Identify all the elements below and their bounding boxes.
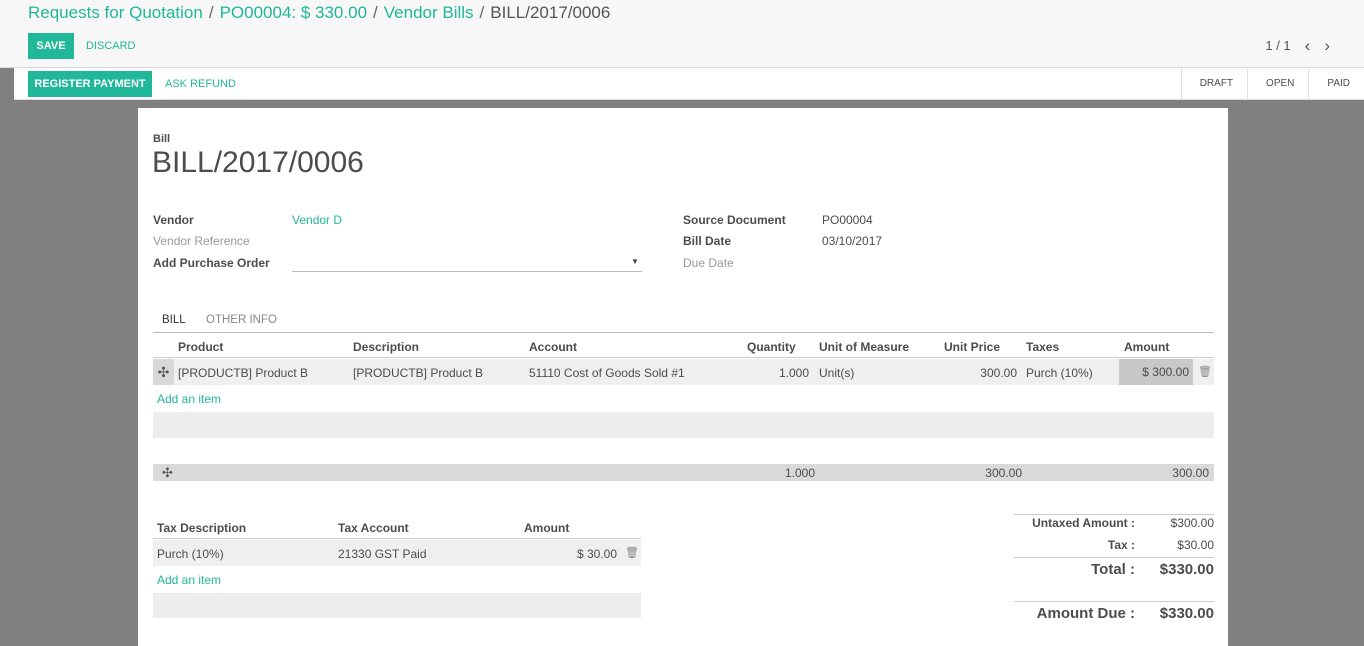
col-tax-amount[interactable]: Amount	[524, 521, 569, 535]
ask-refund-button[interactable]: ASK REFUND	[165, 71, 236, 97]
breadcrumb-rfq[interactable]: Requests for Quotation	[28, 3, 203, 22]
vendor-field[interactable]: Vendor D	[292, 213, 342, 227]
untaxed-amount-label: Untaxed Amount :	[1032, 516, 1135, 530]
tax-line-amount[interactable]: $ 30.00	[533, 547, 617, 561]
col-amount[interactable]: Amount	[1124, 340, 1169, 354]
line-uom[interactable]: Unit(s)	[819, 366, 854, 380]
add-purchase-order-label: Add Purchase Order	[153, 256, 270, 270]
summary-divider	[1014, 514, 1214, 515]
total-value: $330.00	[1159, 561, 1214, 578]
trash-icon[interactable]: 🗑	[625, 546, 639, 559]
line-quantity[interactable]: 1.000	[733, 366, 809, 380]
line-description[interactable]: [PRODUCTB] Product B	[353, 366, 483, 380]
line-product[interactable]: [PRODUCTB] Product B	[178, 366, 308, 380]
status-stages: DRAFT OPEN PAID	[1180, 68, 1364, 99]
col-uom[interactable]: Unit of Measure	[819, 340, 909, 354]
tab-bill[interactable]: BILL	[162, 314, 186, 326]
empty-row	[153, 412, 1214, 438]
total-label: Total :	[1091, 561, 1135, 578]
untaxed-amount-value: $300.00	[1170, 516, 1214, 530]
lines-totals-row: ✣ 1.000 300.00 300.00	[153, 464, 1214, 481]
stage-draft[interactable]: DRAFT	[1180, 68, 1247, 99]
tax-lines-header: Tax Description Tax Account Amount	[153, 517, 641, 539]
line-unit-price[interactable]: 300.00	[933, 366, 1017, 380]
register-payment-button[interactable]: REGISTER PAYMENT	[28, 71, 152, 97]
total-amount: 300.00	[1172, 466, 1209, 480]
col-account[interactable]: Account	[529, 340, 577, 354]
tab-other-info[interactable]: OTHER INFO	[206, 314, 277, 326]
pager: 1 / 1 ‹ ›	[1265, 37, 1330, 54]
caret-down-icon: ▼	[631, 257, 639, 266]
summary-divider	[1014, 557, 1214, 558]
bill-number: BILL/2017/0006	[152, 146, 364, 179]
discard-button[interactable]: DISCARD	[86, 33, 136, 59]
breadcrumb-vendor-bills[interactable]: Vendor Bills	[384, 3, 474, 22]
stage-open[interactable]: OPEN	[1247, 68, 1308, 99]
breadcrumb-current: BILL/2017/0006	[490, 3, 611, 22]
source-document-field: PO00004	[822, 213, 873, 227]
trash-icon[interactable]: 🗑	[1198, 365, 1212, 378]
add-line-item-link[interactable]: Add an item	[157, 392, 221, 406]
breadcrumb-separator: /	[208, 3, 214, 22]
pager-value[interactable]: 1 / 1	[1265, 38, 1290, 53]
total-unit-price: 300.00	[985, 466, 1022, 480]
tax-label: Tax :	[1107, 538, 1135, 552]
source-document-label: Source Document	[683, 213, 786, 227]
vendor-label: Vendor	[153, 213, 194, 227]
tax-line-account[interactable]: 21330 GST Paid	[338, 547, 427, 561]
tax-line-description[interactable]: Purch (10%)	[157, 547, 224, 561]
col-tax-account[interactable]: Tax Account	[338, 521, 409, 535]
pager-prev-icon[interactable]: ‹	[1305, 37, 1311, 54]
col-description[interactable]: Description	[353, 340, 419, 354]
breadcrumb-separator: /	[373, 3, 378, 22]
col-product[interactable]: Product	[178, 340, 223, 354]
bill-type-label: Bill	[153, 133, 171, 145]
breadcrumb: Requests for Quotation / PO00004: $ 330.00…	[28, 3, 610, 23]
invoice-lines-header: Product Description Account Quantity Uni…	[153, 336, 1214, 358]
col-quantity[interactable]: Quantity	[747, 340, 796, 354]
line-taxes[interactable]: Purch (10%)	[1026, 366, 1093, 380]
empty-row	[153, 593, 641, 618]
due-date-label: Due Date	[683, 256, 734, 270]
statusbar: REGISTER PAYMENT ASK REFUND DRAFT OPEN P…	[14, 68, 1364, 100]
bill-date-field[interactable]: 03/10/2017	[822, 234, 882, 248]
col-tax-description[interactable]: Tax Description	[157, 521, 246, 535]
form-sheet: Bill BILL/2017/0006 Vendor Vendor D Vend…	[138, 108, 1228, 646]
drag-handle-icon[interactable]: ✣	[153, 359, 174, 385]
vendor-reference-label: Vendor Reference	[153, 234, 250, 248]
save-button[interactable]: SAVE	[28, 33, 74, 59]
breadcrumb-po[interactable]: PO00004: $ 330.00	[220, 3, 367, 22]
total-quantity: 1.000	[784, 466, 815, 480]
table-row[interactable]: Purch (10%) 21330 GST Paid $ 30.00 🗑	[153, 540, 641, 566]
notebook-tabs: BILL OTHER INFO	[153, 310, 1214, 333]
table-row[interactable]: ✣ [PRODUCTB] Product B [PRODUCTB] Produc…	[153, 359, 1214, 385]
control-panel: Requests for Quotation / PO00004: $ 330.00…	[0, 0, 1364, 68]
line-account[interactable]: 51110 Cost of Goods Sold #1	[529, 366, 685, 380]
pager-next-icon[interactable]: ›	[1324, 37, 1330, 54]
line-amount[interactable]: $ 300.00	[1119, 359, 1193, 385]
amount-due-label: Amount Due :	[1036, 605, 1135, 622]
add-purchase-order-field[interactable]: ▼	[292, 254, 642, 272]
add-tax-item-link[interactable]: Add an item	[157, 573, 221, 587]
amount-due-value: $330.00	[1159, 605, 1214, 622]
drag-handle-icon: ✣	[162, 465, 173, 480]
tax-value: $30.00	[1177, 538, 1214, 552]
col-taxes[interactable]: Taxes	[1026, 340, 1059, 354]
breadcrumb-separator: /	[479, 3, 485, 22]
col-unit-price[interactable]: Unit Price	[944, 340, 1000, 354]
summary-divider	[1014, 601, 1214, 602]
stage-paid[interactable]: PAID	[1308, 68, 1364, 99]
bill-date-label: Bill Date	[683, 234, 732, 248]
